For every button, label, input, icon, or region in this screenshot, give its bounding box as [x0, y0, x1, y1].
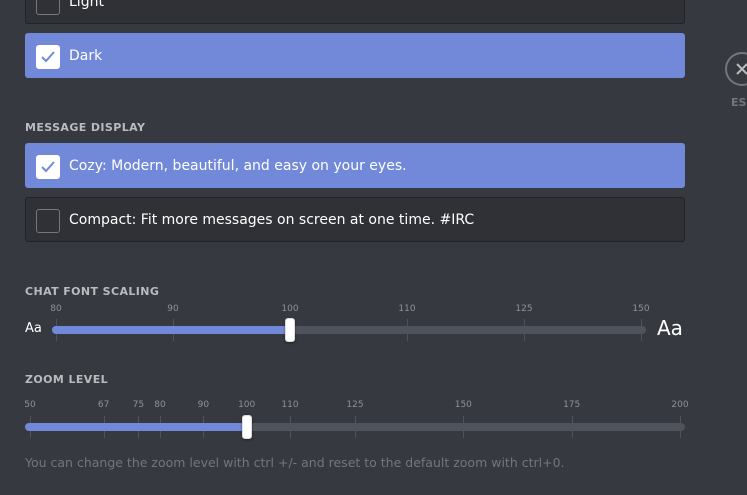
slider-tick-label: 100 — [238, 400, 256, 410]
theme-option-dark[interactable]: Dark — [25, 33, 685, 78]
slider-tick-label: 110 — [281, 400, 299, 410]
slider-tick-label: 80 — [154, 400, 166, 410]
slider-tick-mark — [680, 416, 681, 438]
checkbox-checked[interactable] — [36, 45, 60, 69]
theme-option-light[interactable]: Light — [25, 0, 685, 24]
message-display-option-label: Cozy: Modern, beautiful, and easy on you… — [69, 157, 407, 174]
slider-tick-mark — [641, 319, 642, 341]
close-icon — [736, 63, 747, 75]
message-display-title: MESSAGE DISPLAY — [25, 121, 146, 134]
slider-tick-mark — [571, 416, 573, 438]
slider-grabber[interactable] — [241, 415, 252, 439]
slider-grabber[interactable] — [285, 318, 295, 342]
slider-tick-label: 100 — [281, 304, 299, 314]
message-display-option-label: Compact: Fit more messages on screen at … — [69, 211, 475, 228]
slider-fill — [25, 423, 247, 431]
slider-tick-label: 200 — [671, 400, 689, 410]
slider-tick-label: 175 — [563, 400, 581, 410]
slider-fill — [52, 326, 290, 334]
slider-tick-label: 150 — [454, 400, 472, 410]
slider-tick-mark — [355, 416, 356, 438]
theme-option-label: Light — [69, 0, 104, 10]
message-display-option-compact[interactable]: Compact: Fit more messages on screen at … — [25, 197, 685, 242]
slider-tick-label: 125 — [515, 304, 533, 314]
checkmark-icon — [41, 51, 55, 63]
slider-tick-label: 90 — [197, 400, 210, 410]
font-size-small-preview: Aa — [25, 321, 42, 336]
checkbox-checked[interactable] — [36, 155, 60, 179]
slider-tick-label: 80 — [50, 304, 62, 314]
slider-tick-label: 110 — [398, 304, 416, 314]
slider-tick-label: 125 — [346, 400, 364, 410]
slider-tick-label: 150 — [632, 304, 650, 314]
slider-tick-mark — [463, 416, 465, 438]
font-size-large-preview: Aa — [657, 316, 683, 340]
message-display-option-cozy[interactable]: Cozy: Modern, beautiful, and easy on you… — [25, 143, 685, 188]
slider-tick-mark — [524, 319, 525, 341]
close-button[interactable] — [725, 52, 747, 86]
checkmark-icon — [41, 161, 55, 173]
slider-tick-mark — [290, 416, 291, 438]
zoom-level-title: ZOOM LEVEL — [25, 373, 109, 386]
esc-label: ESC — [731, 96, 747, 109]
slider-tick-label: 50 — [24, 400, 36, 410]
theme-option-label: Dark — [69, 47, 103, 64]
chat-font-scaling-title: CHAT FONT SCALING — [25, 285, 160, 298]
slider-tick-mark — [407, 319, 408, 341]
slider-tick-label: 75 — [132, 400, 145, 410]
slider-tick-label: 90 — [167, 304, 179, 314]
checkbox[interactable] — [36, 209, 60, 233]
slider-tick-label: 67 — [97, 400, 110, 410]
zoom-hint-text: You can change the zoom level with ctrl … — [25, 455, 565, 470]
checkbox[interactable] — [36, 0, 60, 15]
